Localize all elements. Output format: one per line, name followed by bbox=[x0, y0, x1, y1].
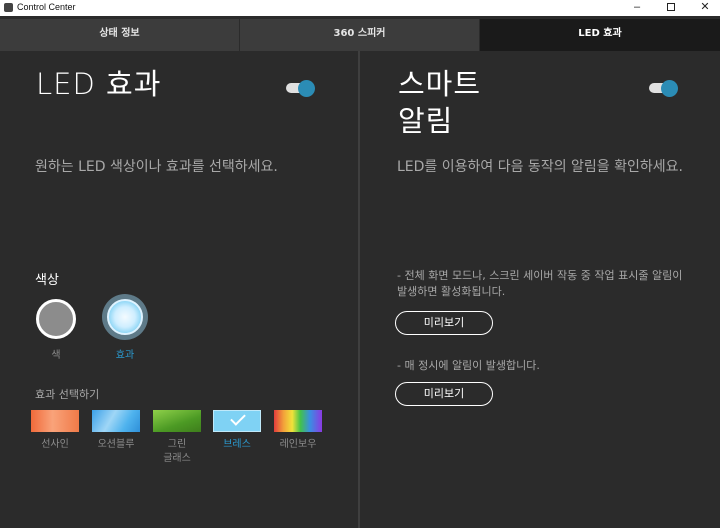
effect-tile-green-glass[interactable] bbox=[153, 410, 201, 432]
tab-360-speaker[interactable]: 360 스피커 bbox=[240, 19, 480, 51]
title-bar: Control Center – ✕ bbox=[0, 0, 720, 16]
checkmark-icon bbox=[230, 410, 246, 426]
smart-item2-text: - 매 정시에 알림이 발생합니다. bbox=[397, 359, 540, 372]
preview-button-1[interactable]: 미리보기 bbox=[395, 311, 493, 335]
smart-description: LED를 이용하여 다음 동작의 알림을 확인하세요. bbox=[397, 159, 683, 175]
smart-title-line1: 스마트 bbox=[398, 67, 482, 101]
maximize-button[interactable] bbox=[656, 0, 686, 16]
effect-tile-breath[interactable] bbox=[213, 410, 261, 432]
effect-option-label: 효과 bbox=[115, 350, 135, 361]
effect-label-rainbow: 레인보우 bbox=[279, 439, 317, 450]
effect-option-circle[interactable] bbox=[107, 299, 143, 335]
effect-label-sunshine: 선사인 bbox=[41, 439, 69, 450]
effect-label-breath: 브레스 bbox=[223, 439, 251, 450]
window-title: Control Center bbox=[17, 2, 76, 12]
toggle-knob bbox=[661, 80, 678, 97]
led-toggle[interactable] bbox=[286, 80, 316, 97]
close-button[interactable]: ✕ bbox=[690, 0, 720, 16]
toggle-knob bbox=[298, 80, 315, 97]
color-option-label: 색 bbox=[51, 350, 61, 361]
panel-divider bbox=[358, 51, 360, 528]
effect-tile-sunshine[interactable] bbox=[31, 410, 79, 432]
effect-label-green-glass: 그린 글래스 bbox=[163, 439, 191, 464]
tab-led-effects[interactable]: LED 효과 bbox=[480, 19, 720, 51]
minimize-button[interactable]: – bbox=[622, 0, 652, 16]
smart-item1-text: - 전체 화면 모드나, 스크린 세이버 작동 중 작업 표시줄 알림이 발생하… bbox=[397, 269, 683, 298]
app-icon bbox=[4, 3, 13, 12]
color-option-circle[interactable] bbox=[36, 299, 76, 339]
smart-toggle[interactable] bbox=[649, 80, 679, 97]
tab-status[interactable]: 상태 정보 bbox=[0, 19, 240, 51]
color-section-label: 색상 bbox=[35, 273, 59, 288]
effect-label-ocean-blue: 오션블루 bbox=[97, 439, 135, 450]
preview-button-2[interactable]: 미리보기 bbox=[395, 382, 493, 406]
led-description: 원하는 LED 색상이나 효과를 선택하세요. bbox=[35, 159, 278, 175]
effects-heading: 효과 선택하기 bbox=[35, 388, 100, 401]
smart-title-line2: 알림 bbox=[398, 104, 454, 138]
maximize-icon bbox=[667, 3, 675, 12]
effect-tile-ocean-blue[interactable] bbox=[92, 410, 140, 432]
led-title: LED 효과 bbox=[36, 67, 162, 101]
tab-bar: 상태 정보 360 스피커 LED 효과 bbox=[0, 19, 720, 51]
effect-tile-rainbow[interactable] bbox=[274, 410, 322, 432]
